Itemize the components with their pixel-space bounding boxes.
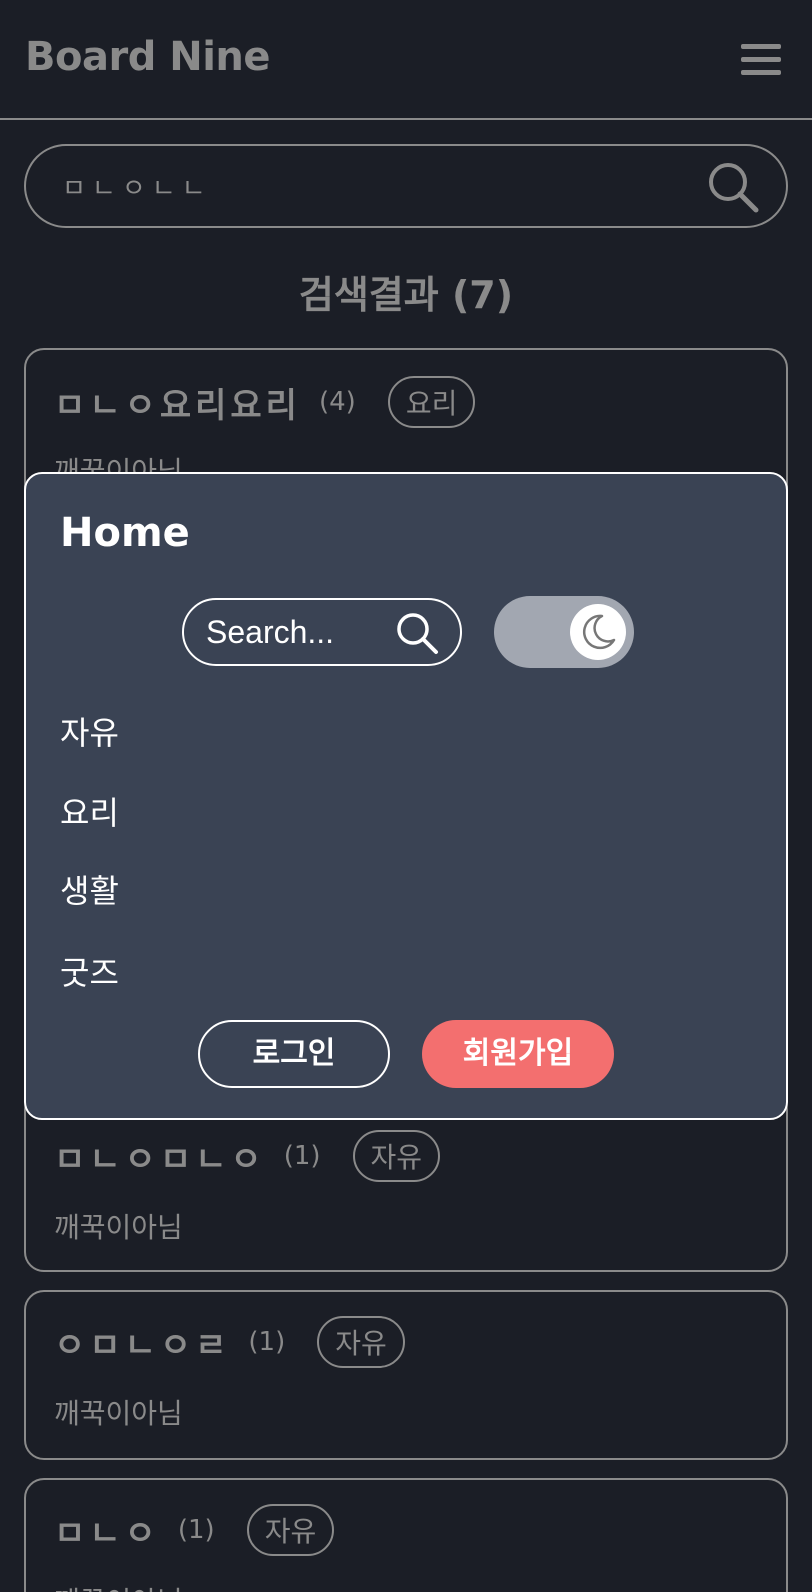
app-header: Board Nine [0, 0, 812, 120]
post-title[interactable]: ㅁㄴㅇ [54, 1506, 160, 1555]
menu-item-free[interactable]: 자유 [60, 708, 119, 754]
post-card[interactable]: ㅇㅁㄴㅇㄹ (1) 자유 깨꾹이아님 [24, 1290, 788, 1460]
post-title[interactable]: ㅇㅁㄴㅇㄹ [54, 1318, 230, 1367]
menu-item-goods[interactable]: 굿즈 [60, 948, 119, 994]
category-tag[interactable]: 요리 [387, 376, 476, 428]
search-icon[interactable] [706, 160, 760, 214]
menu-item-cooking[interactable]: 요리 [60, 788, 119, 834]
post-author: 깨꾹이아님 [54, 1211, 183, 1244]
nav-menu-panel: Home 자유 요리 생활 굿즈 로그인 회원가입 [24, 472, 788, 1120]
signup-button[interactable]: 회원가입 [422, 1020, 614, 1088]
page: Board Nine 검색결과 (7) ㅁㄴㅇ요리요리 (4) 요리 깨꾹이아님… [0, 0, 812, 1592]
results-title: 검색결과 (7) [298, 273, 514, 317]
comment-count: (4) [318, 387, 356, 417]
category-tag[interactable]: 자유 [317, 1316, 405, 1368]
category-tag[interactable]: 자유 [246, 1504, 335, 1556]
search-bar [24, 144, 788, 228]
category-tag[interactable]: 자유 [352, 1130, 441, 1182]
post-title[interactable]: ㅁㄴㅇㅁㄴㅇ [54, 1132, 266, 1181]
comment-count: (1) [177, 1515, 215, 1545]
brand-title[interactable]: Board Nine [25, 34, 271, 80]
login-button[interactable]: 로그인 [198, 1020, 390, 1088]
toggle-knob [570, 604, 626, 660]
comment-count: (1) [248, 1327, 286, 1357]
comment-count: (1) [283, 1141, 321, 1171]
menu-item-life[interactable]: 생활 [60, 866, 119, 912]
menu-search-input[interactable] [206, 612, 386, 652]
post-card[interactable]: ㅁㄴㅇ (1) 자유 깨꾹이아님 [24, 1478, 788, 1592]
post-author: 깨꾹이아님 [54, 1397, 183, 1430]
dark-mode-toggle[interactable] [494, 596, 634, 668]
post-title[interactable]: ㅁㄴㅇ요리요리 [54, 378, 301, 427]
hamburger-icon[interactable] [741, 44, 781, 76]
moon-icon [582, 614, 616, 650]
search-icon[interactable] [394, 610, 440, 656]
post-author: 깨꾹이아님 [54, 1580, 183, 1592]
menu-search-bar [182, 598, 462, 666]
menu-home-link[interactable]: Home [60, 510, 190, 556]
search-input[interactable] [62, 164, 682, 208]
